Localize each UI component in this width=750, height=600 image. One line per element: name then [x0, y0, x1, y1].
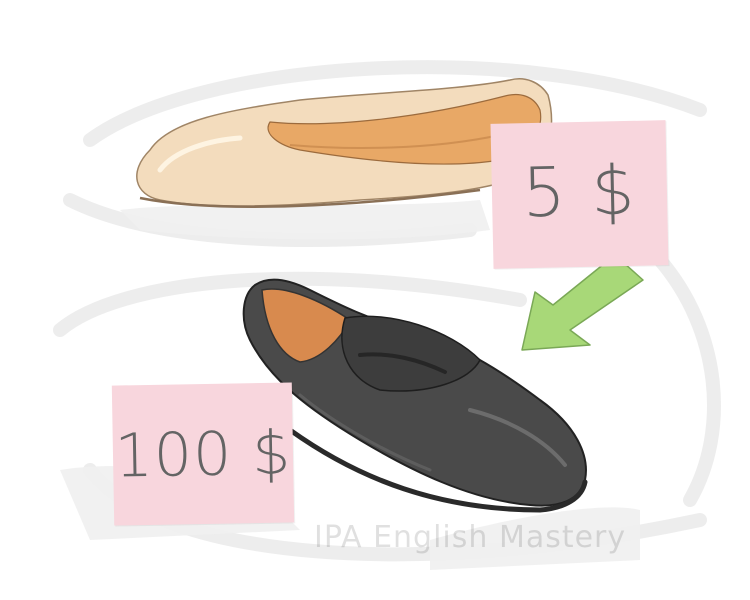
illustration-canvas: 5 $ 100 $ IPA English Mastery — [0, 0, 750, 600]
flat-shoe-price-label: 5 $ — [521, 151, 638, 234]
price-tag-flat-shoe: 5 $ — [490, 120, 669, 269]
shoe-comparison-illustration — [53, 60, 721, 570]
watermark-text: IPA English Mastery — [314, 520, 627, 555]
price-tag-loafer: 100 $ — [111, 382, 295, 526]
loafer-price-label: 100 $ — [114, 418, 293, 492]
green-arrow-icon — [521, 254, 644, 351]
